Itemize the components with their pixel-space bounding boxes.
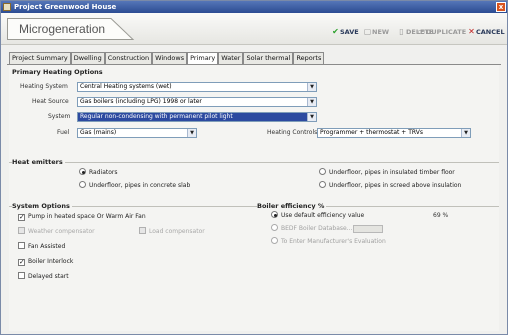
radio-underfloor-screed-label: Underfloor, pipes in screed above insula… <box>329 182 462 189</box>
tab-project-summary[interactable]: Project Summary <box>9 52 71 64</box>
fan-assisted-checkbox[interactable]: Fan Assisted <box>18 242 65 251</box>
section-title: Microgeneration <box>19 22 106 36</box>
heating-system-label: Heating System <box>20 83 68 90</box>
checkbox-box <box>18 272 25 279</box>
fuel-label: Fuel <box>57 129 70 136</box>
checkmark-icon: ✔ <box>332 27 339 36</box>
boiler-interlock-checkbox[interactable]: ✓ Boiler Interlock <box>18 257 73 266</box>
radio-dot <box>271 224 278 231</box>
trash-icon: ▯ <box>399 27 404 36</box>
weather-compensator-checkbox[interactable]: Weather compensator <box>18 227 95 236</box>
default-efficiency-label: Use default efficiency value <box>281 212 365 219</box>
tab-water[interactable]: Water <box>218 52 244 64</box>
duplicate-label: DUPLICATE <box>426 28 467 36</box>
heating-system-value: Central Heating systems (wet) <box>80 83 172 90</box>
tab-solar-thermal[interactable]: Solar thermal <box>243 52 294 64</box>
title-bar: Project Greenwood House x <box>1 1 507 13</box>
chevron-down-icon: ▼ <box>307 113 316 121</box>
tab-dwelling[interactable]: Dwelling <box>70 52 105 64</box>
checkbox-box <box>139 227 146 234</box>
close-window-button[interactable]: x <box>496 2 506 12</box>
divider <box>9 206 499 207</box>
chevron-down-icon: ▼ <box>461 129 470 137</box>
radio-underfloor-screed[interactable]: Underfloor, pipes in screed above insula… <box>319 181 461 190</box>
radio-underfloor-timber-label: Underfloor, pipes in insulated timber fl… <box>329 169 455 176</box>
cancel-x-icon: ✕ <box>468 27 475 36</box>
radio-radiators[interactable]: Radiators <box>79 168 117 177</box>
radio-dot <box>79 168 86 175</box>
header-bar: Microgeneration ✔SAVE ▢NEW ▯ DELETE ▭DUPL… <box>1 13 507 45</box>
heat-source-label: Heat Source <box>32 98 69 105</box>
load-compensator-checkbox[interactable]: Load compensator <box>139 227 205 236</box>
checkbox-box <box>18 242 25 249</box>
pump-label: Pump in heated space Or Warm Air Fan <box>28 213 146 220</box>
pump-checkbox[interactable]: ✓ Pump in heated space Or Warm Air Fan <box>18 212 146 221</box>
default-efficiency-value: 69 % <box>433 212 449 219</box>
system-value: Regular non-condensing with permanent pi… <box>80 113 233 120</box>
chevron-down-icon: ▼ <box>307 83 316 91</box>
heat-emitters-title: Heat emitters <box>12 158 65 166</box>
tab-construction[interactable]: Construction <box>104 52 153 64</box>
checkbox-box: ✓ <box>18 213 25 221</box>
radio-dot <box>319 168 326 175</box>
heating-system-select[interactable]: Central Heating systems (wet) ▼ <box>77 82 317 92</box>
new-document-icon: ▢ <box>363 27 372 36</box>
checkbox-box: ✓ <box>18 258 25 266</box>
boiler-database-label: BEDF Boiler Database... <box>281 225 353 232</box>
radio-default-efficiency[interactable]: Use default efficiency value <box>271 211 364 220</box>
primary-tab-panel: Primary Heating Options Heating System C… <box>9 65 499 331</box>
radio-underfloor-concrete-label: Underfloor, pipes in concrete slab <box>89 182 191 189</box>
application-window: Project Greenwood House x Microgeneratio… <box>0 0 508 335</box>
tab-windows[interactable]: Windows <box>152 52 188 64</box>
radio-radiators-label: Radiators <box>89 169 118 176</box>
heating-controls-label: Heating Controls <box>267 129 318 136</box>
cancel-button[interactable]: ✕CANCEL <box>467 26 505 38</box>
weather-compensator-label: Weather compensator <box>28 228 95 235</box>
cancel-label: CANCEL <box>476 28 505 36</box>
delayed-start-checkbox[interactable]: Delayed start <box>18 272 69 281</box>
primary-heating-title: Primary Heating Options <box>12 68 105 76</box>
heating-controls-select[interactable]: Programmer + thermostat + TRVs ▼ <box>317 128 471 138</box>
radio-underfloor-concrete[interactable]: Underfloor, pipes in concrete slab <box>79 181 190 190</box>
divider <box>9 162 499 163</box>
copy-icon: ▭ <box>417 27 426 36</box>
radio-dot <box>319 181 326 188</box>
chevron-down-icon: ▼ <box>187 129 196 137</box>
load-compensator-label: Load compensator <box>149 228 205 235</box>
heating-controls-value: Programmer + thermostat + TRVs <box>320 129 423 136</box>
section-tab[interactable]: Microgeneration <box>7 18 135 40</box>
manufacturer-evaluation-label: To Enter Manufacturer's Evaluation <box>281 238 386 245</box>
app-icon <box>3 3 11 11</box>
radio-manufacturer-evaluation[interactable]: To Enter Manufacturer's Evaluation <box>271 237 386 246</box>
chevron-down-icon: ▼ <box>307 98 316 106</box>
boiler-interlock-label: Boiler Interlock <box>28 258 74 265</box>
delayed-start-label: Delayed start <box>28 273 69 280</box>
duplicate-button[interactable]: ▭DUPLICATE <box>417 26 466 38</box>
boiler-efficiency-title: Boiler efficiency % <box>257 202 327 210</box>
system-select[interactable]: Regular non-condensing with permanent pi… <box>77 112 317 122</box>
system-options-title: System Options <box>12 202 72 210</box>
new-button[interactable]: ▢NEW <box>363 26 389 38</box>
radio-boiler-database[interactable]: BEDF Boiler Database... <box>271 224 352 233</box>
save-label: SAVE <box>340 28 359 36</box>
save-button[interactable]: ✔SAVE <box>331 26 359 38</box>
checkbox-box <box>18 227 25 234</box>
new-label: NEW <box>372 28 390 36</box>
window-title: Project Greenwood House <box>14 3 117 11</box>
system-label: System <box>48 113 71 120</box>
fuel-value: Gas (mains) <box>80 129 117 136</box>
fuel-select[interactable]: Gas (mains) ▼ <box>77 128 197 138</box>
fan-assisted-label: Fan Assisted <box>28 243 66 250</box>
tab-strip: Project Summary Dwelling Construction Windo… <box>9 52 325 65</box>
radio-dot <box>79 181 86 188</box>
tab-reports[interactable]: Reports <box>293 52 325 64</box>
heat-source-value: Gas boilers (including LPG) 1998 or late… <box>80 98 202 105</box>
radio-underfloor-timber[interactable]: Underfloor, pipes in insulated timber fl… <box>319 168 455 177</box>
heat-source-select[interactable]: Gas boilers (including LPG) 1998 or late… <box>77 97 317 107</box>
radio-dot <box>271 237 278 244</box>
radio-dot <box>271 211 278 218</box>
boiler-database-browse-button[interactable] <box>353 225 383 233</box>
